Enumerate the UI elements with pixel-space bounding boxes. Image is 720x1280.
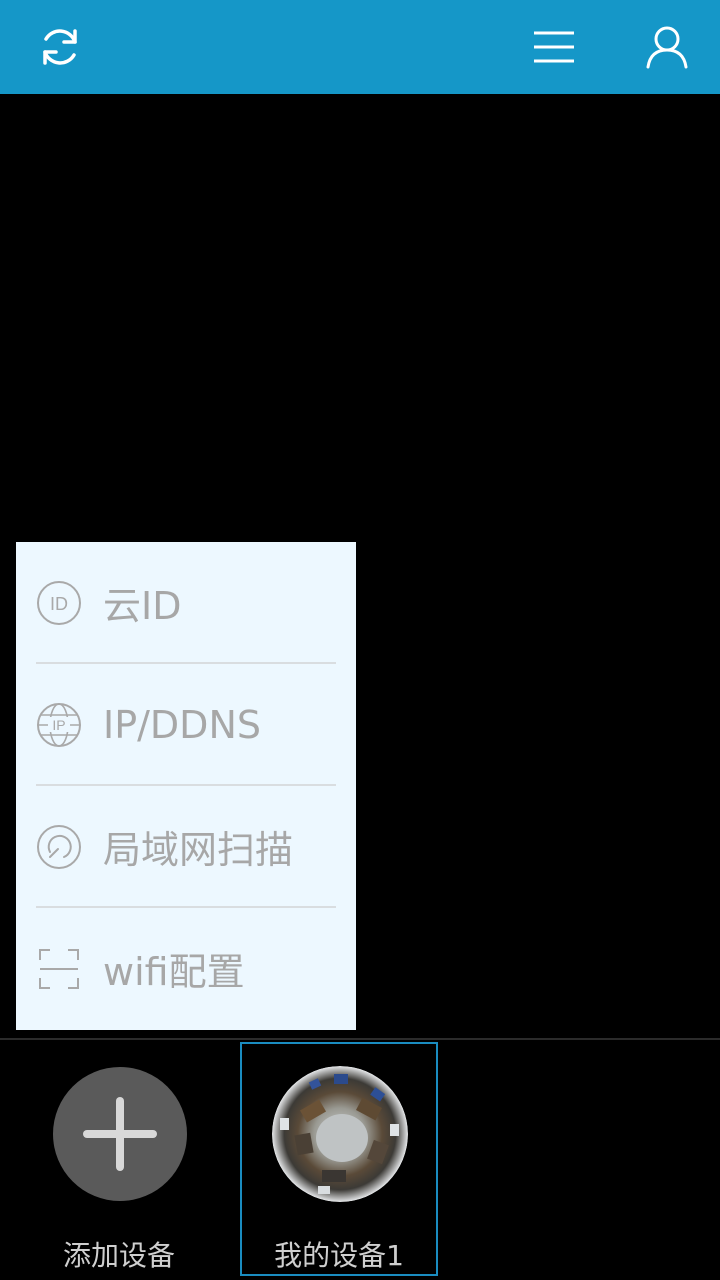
add-device-label: 添加设备 [62, 1239, 175, 1272]
user-button[interactable] [640, 20, 694, 74]
menu-item-label: 云ID [103, 584, 182, 628]
app-root: ID 云ID IP IP/DDNS 局域网扫描 wifi配置 添加设备 我的设备… [0, 0, 720, 1280]
menu-item-label: 局域网扫描 [103, 828, 294, 872]
menu-button[interactable] [527, 20, 581, 74]
menu-item-ip-ddns[interactable]: IP IP/DDNS [16, 664, 356, 785]
add-device-button[interactable]: 添加设备 [20, 1042, 218, 1276]
add-device-circle [53, 1067, 187, 1201]
add-device-menu: ID 云ID IP IP/DDNS 局域网扫描 wifi配置 [16, 542, 356, 1030]
id-badge-icon: ID [36, 580, 82, 626]
refresh-icon [43, 29, 77, 65]
menu-item-lan-scan[interactable]: 局域网扫描 [16, 786, 356, 907]
menu-item-cloud-id[interactable]: ID 云ID [16, 542, 356, 663]
hamburger-menu-icon [534, 31, 574, 63]
scan-frame-icon [36, 946, 82, 992]
svg-text:ID: ID [50, 594, 68, 614]
menu-item-label: wifi配置 [103, 950, 245, 994]
device-strip-divider [0, 1038, 720, 1040]
plus-icon [83, 1097, 157, 1171]
device-thumbnail [272, 1066, 408, 1202]
menu-item-label: IP/DDNS [103, 702, 261, 747]
svg-text:IP: IP [52, 717, 65, 733]
lan-scan-icon [36, 824, 82, 870]
device-tile-my-device-1[interactable]: 我的设备1 [240, 1042, 438, 1276]
menu-item-wifi-config[interactable]: wifi配置 [16, 908, 356, 1029]
user-icon [646, 26, 688, 69]
device-label: 我的设备1 [274, 1239, 404, 1272]
ip-globe-icon: IP [36, 702, 82, 748]
top-bar [0, 0, 720, 94]
refresh-button[interactable] [33, 20, 87, 74]
